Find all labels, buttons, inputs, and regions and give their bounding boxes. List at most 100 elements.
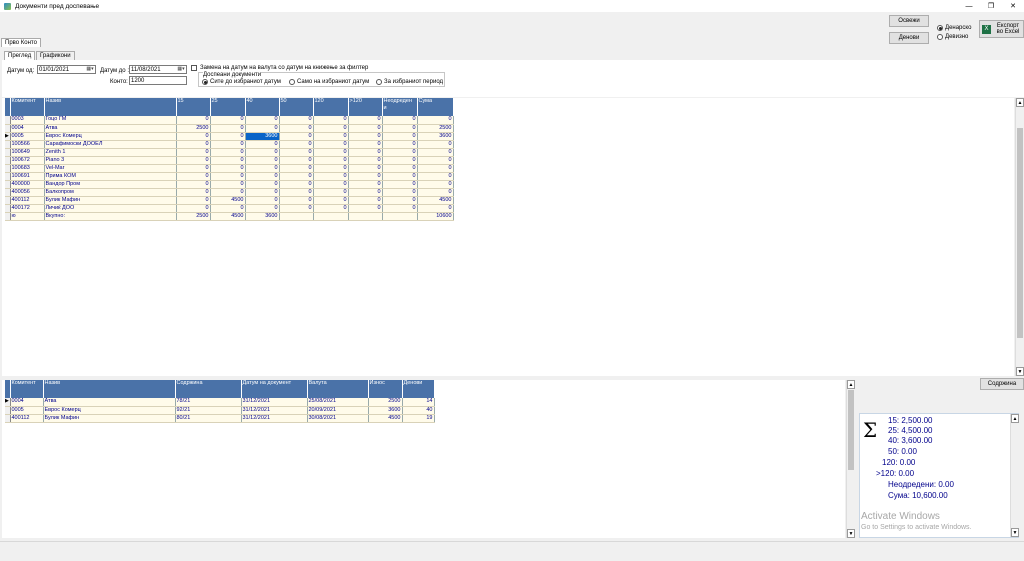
table-cell[interactable]: 0 bbox=[245, 164, 280, 173]
scroll-down-icon[interactable]: ▼ bbox=[1011, 528, 1019, 537]
table-cell[interactable]: 0 bbox=[176, 116, 211, 125]
export-excel-button[interactable]: X Експорт во Excel bbox=[979, 20, 1024, 38]
scroll-up-icon[interactable]: ▲ bbox=[847, 380, 855, 389]
table-cell[interactable]: Гоцо ГМ bbox=[44, 116, 177, 125]
table-cell[interactable]: 0 bbox=[417, 180, 454, 189]
table-cell[interactable]: 80/21 bbox=[175, 414, 242, 423]
table-cell[interactable]: 0 bbox=[313, 132, 349, 141]
table-cell[interactable]: 0 bbox=[245, 180, 280, 189]
table-cell[interactable]: 0 bbox=[176, 132, 211, 141]
table-cell[interactable]: 0004 bbox=[10, 124, 45, 133]
table-cell[interactable]: Личиќ ДОО bbox=[44, 204, 177, 213]
currency-foreign-radio[interactable]: Девизно bbox=[937, 34, 968, 40]
table-cell[interactable]: 0 bbox=[176, 196, 211, 205]
table-cell[interactable]: 0 bbox=[313, 124, 349, 133]
column-header[interactable]: Комитент bbox=[10, 380, 44, 398]
table-cell[interactable]: 400112 bbox=[10, 196, 45, 205]
table-cell[interactable]: 0 bbox=[313, 180, 349, 189]
table-cell[interactable]: 3600 bbox=[417, 132, 454, 141]
table-cell[interactable] bbox=[348, 212, 383, 221]
table-cell[interactable]: 0 bbox=[313, 188, 349, 197]
table-cell[interactable]: 0 bbox=[348, 204, 383, 213]
table-cell[interactable] bbox=[279, 212, 314, 221]
table-cell[interactable]: 100672 bbox=[10, 156, 45, 165]
table-cell[interactable]: 0 bbox=[313, 196, 349, 205]
table-row[interactable]: 100649 Zenith 100000000 bbox=[5, 148, 454, 157]
table-cell[interactable]: 0 bbox=[279, 156, 314, 165]
table-row[interactable]: 400112 Булик Мафин 80/21 31/12/2021 30/08/20… bbox=[5, 414, 435, 423]
table-row[interactable]: 0005Еврос Комерц00360000003600 bbox=[5, 132, 454, 141]
days-button[interactable]: Денови bbox=[889, 32, 929, 44]
content-button[interactable]: Содржина bbox=[980, 378, 1024, 390]
bottom-grid-scrollbar[interactable]: ▲ ▼ bbox=[846, 380, 855, 538]
table-cell[interactable]: 400112 bbox=[10, 414, 44, 423]
table-cell[interactable]: 0 bbox=[176, 156, 211, 165]
table-cell[interactable]: 10600 bbox=[417, 212, 454, 221]
table-cell[interactable]: 0 bbox=[245, 188, 280, 197]
table-cell[interactable]: 20/09/2021 bbox=[307, 406, 369, 415]
table-cell[interactable]: 0 bbox=[417, 204, 454, 213]
table-cell[interactable]: Piano 3 bbox=[44, 156, 177, 165]
table-cell[interactable]: 0 bbox=[245, 140, 280, 149]
table-cell[interactable]: Булик Мафин bbox=[44, 196, 177, 205]
due-all-radio[interactable]: Сите до избраниот датум bbox=[202, 79, 281, 85]
table-cell[interactable]: ю bbox=[10, 212, 45, 221]
table-row[interactable]: 0003 Гоцо ГМ 0 0 0 0 0 0 0 0 bbox=[5, 116, 454, 125]
table-cell[interactable]: 0 bbox=[382, 124, 418, 133]
table-cell[interactable]: 0 bbox=[382, 140, 418, 149]
table-cell[interactable]: 0 bbox=[382, 180, 418, 189]
table-cell[interactable]: 100566 bbox=[10, 140, 45, 149]
scroll-down-icon[interactable]: ▼ bbox=[847, 529, 855, 538]
table-row[interactable]: 400112 Булик Мафин 0 4500 0 0 0 0 0 4500 bbox=[5, 196, 454, 205]
table-cell[interactable]: 0 bbox=[313, 148, 349, 157]
table-row[interactable]: 400056 Балкопром 0 0 0 0 0 0 0 0 bbox=[5, 188, 454, 197]
column-header[interactable]: Денови bbox=[402, 380, 435, 398]
table-cell[interactable]: 2500 bbox=[368, 398, 403, 407]
table-cell[interactable]: 0 bbox=[382, 132, 418, 141]
table-cell[interactable]: 0005 bbox=[10, 132, 45, 141]
table-cell[interactable]: 0 bbox=[417, 140, 454, 149]
table-cell[interactable]: 0 bbox=[382, 116, 418, 125]
table-cell[interactable]: 0 bbox=[382, 172, 418, 181]
column-header[interactable]: Датум на документ bbox=[241, 380, 308, 398]
table-cell[interactable]: 0 bbox=[313, 116, 349, 125]
table-cell[interactable]: 0004 bbox=[10, 398, 44, 407]
column-header[interactable]: Комитент bbox=[10, 98, 45, 116]
table-cell[interactable]: 3600 bbox=[245, 132, 280, 141]
table-row[interactable]: 100672 Piano 300000000 bbox=[5, 156, 454, 165]
table-row[interactable]: 0004 Атва 2500 0 0 0 0 0 0 2500 bbox=[5, 124, 454, 133]
table-cell[interactable]: 0 bbox=[417, 164, 454, 173]
column-header[interactable]: 15 bbox=[176, 98, 211, 116]
table-cell[interactable]: 0 bbox=[210, 188, 246, 197]
table-cell[interactable]: Вкупно: bbox=[44, 212, 177, 221]
table-cell[interactable]: 0 bbox=[279, 124, 314, 133]
table-cell[interactable] bbox=[382, 212, 418, 221]
table-cell[interactable]: 0 bbox=[176, 148, 211, 157]
table-cell[interactable]: 0 bbox=[382, 148, 418, 157]
refresh-button[interactable]: Освежи bbox=[889, 15, 929, 27]
table-cell[interactable]: 0 bbox=[279, 188, 314, 197]
table-row[interactable]: 100683 Vel-Mar 0 0 0 0 0 0 0 0 bbox=[5, 164, 454, 173]
table-cell[interactable]: 0 bbox=[279, 204, 314, 213]
table-cell[interactable]: 0005 bbox=[10, 406, 44, 415]
table-cell[interactable]: Еврос Комерц bbox=[44, 132, 177, 141]
table-cell[interactable]: Vel-Mar bbox=[44, 164, 177, 173]
table-cell[interactable]: Атва bbox=[43, 398, 176, 407]
table-cell[interactable]: 0 bbox=[245, 196, 280, 205]
table-cell[interactable]: Еврос Комерц bbox=[43, 406, 176, 415]
table-cell[interactable]: 2500 bbox=[176, 212, 211, 221]
table-cell[interactable]: 31/12/2021 bbox=[241, 398, 308, 407]
table-cell[interactable]: 4500 bbox=[368, 414, 403, 423]
column-header[interactable]: 40 bbox=[245, 98, 280, 116]
column-header[interactable]: 120 bbox=[313, 98, 349, 116]
table-cell[interactable]: 0 bbox=[245, 204, 280, 213]
table-cell[interactable]: 0 bbox=[417, 116, 454, 125]
table-cell[interactable]: 0 bbox=[210, 116, 246, 125]
table-cell[interactable]: 0 bbox=[417, 172, 454, 181]
table-row[interactable]: 0005 Еврос Комерц 92/21 31/12/2021 20/09/202… bbox=[5, 406, 435, 415]
table-cell[interactable]: 0 bbox=[348, 180, 383, 189]
table-cell[interactable]: 0 bbox=[417, 188, 454, 197]
scroll-up-icon[interactable]: ▲ bbox=[1016, 98, 1024, 107]
table-cell[interactable]: 0 bbox=[382, 188, 418, 197]
table-cell[interactable] bbox=[313, 212, 349, 221]
